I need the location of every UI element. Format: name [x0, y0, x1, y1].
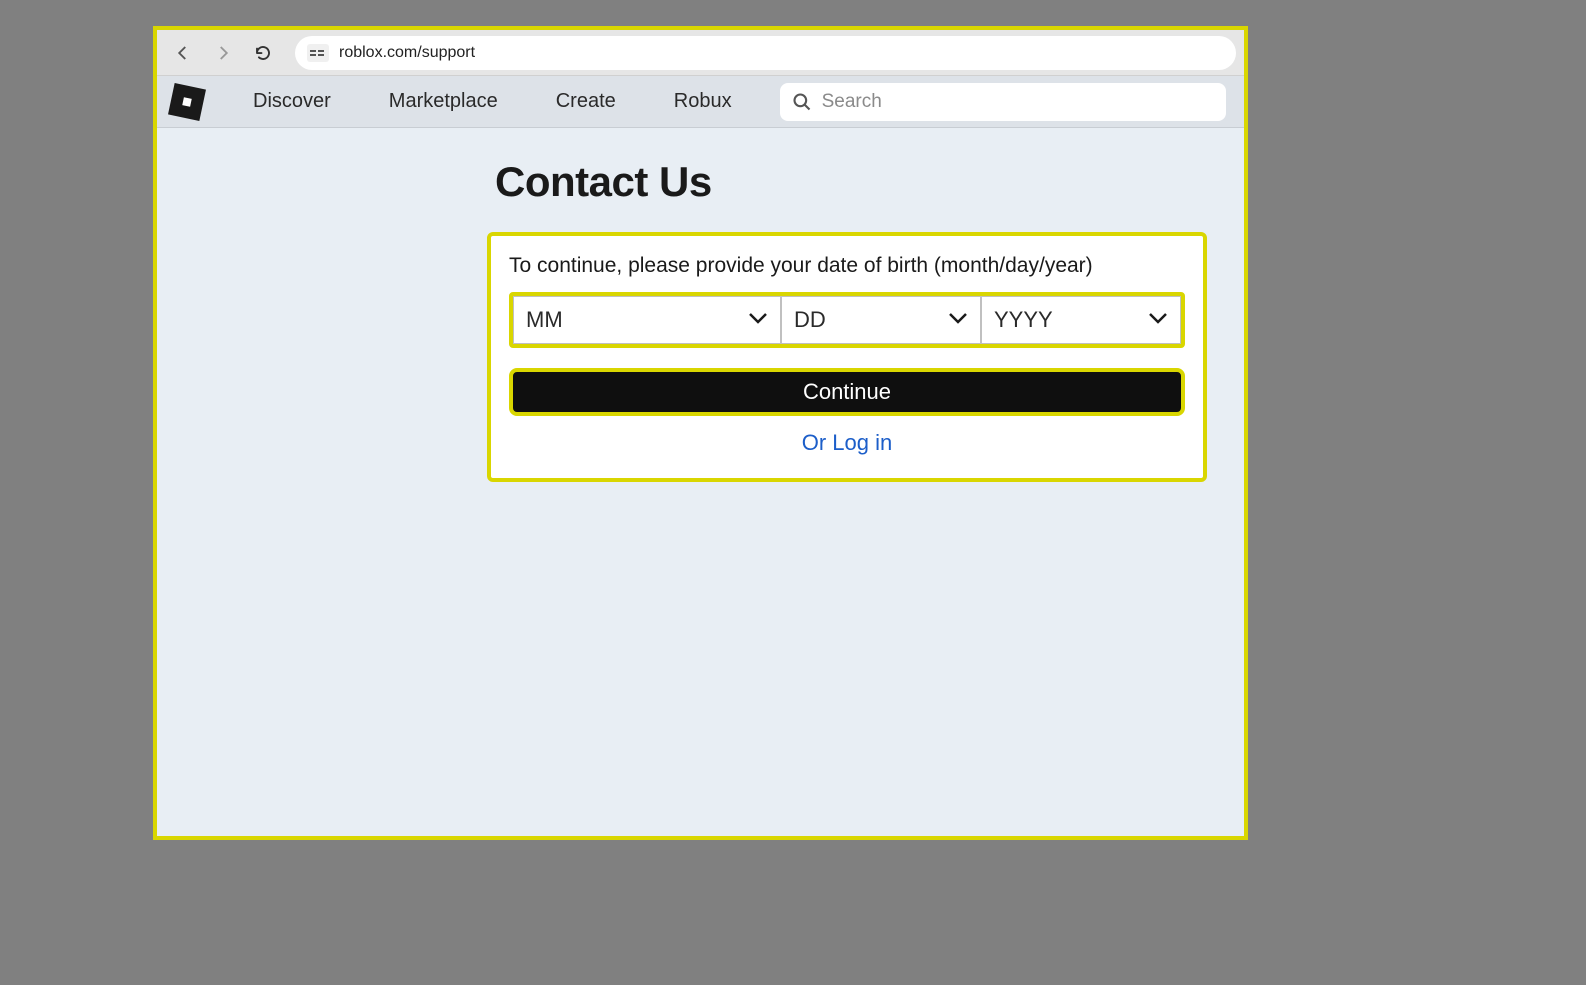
- day-select-label: DD: [794, 307, 826, 333]
- nav-robux[interactable]: Robux: [646, 90, 760, 113]
- year-select[interactable]: YYYY: [981, 296, 1181, 344]
- back-button[interactable]: [165, 35, 201, 71]
- url-text: roblox.com/support: [339, 44, 475, 62]
- site-controls-icon: [307, 44, 329, 62]
- browser-window: roblox.com/support Discover Marketplace …: [153, 26, 1248, 840]
- dob-prompt-text: To continue, please provide your date of…: [509, 254, 1185, 278]
- forward-button[interactable]: [205, 35, 241, 71]
- back-arrow-icon: [174, 44, 192, 62]
- chevron-down-icon: [1148, 311, 1168, 329]
- reload-button[interactable]: [245, 35, 281, 71]
- dob-select-row: MM DD YYYY: [509, 292, 1185, 348]
- day-select[interactable]: DD: [781, 296, 981, 344]
- month-select-label: MM: [526, 307, 563, 333]
- dob-form-panel: To continue, please provide your date of…: [487, 232, 1207, 482]
- browser-toolbar: roblox.com/support: [157, 30, 1244, 76]
- login-link[interactable]: Or Log in: [509, 430, 1185, 456]
- search-input[interactable]: [822, 91, 1214, 113]
- month-select[interactable]: MM: [513, 296, 781, 344]
- continue-button[interactable]: Continue: [509, 368, 1185, 416]
- forward-arrow-icon: [214, 44, 232, 62]
- roblox-logo-icon[interactable]: [168, 83, 206, 121]
- page-title: Contact Us: [495, 158, 1244, 206]
- search-icon: [792, 92, 812, 112]
- address-bar[interactable]: roblox.com/support: [295, 36, 1236, 70]
- reload-icon: [254, 44, 272, 62]
- nav-discover[interactable]: Discover: [225, 90, 359, 113]
- year-select-label: YYYY: [994, 307, 1053, 333]
- search-container: [780, 83, 1226, 121]
- page-content: Contact Us To continue, please provide y…: [157, 128, 1244, 206]
- chevron-down-icon: [748, 311, 768, 329]
- continue-button-label: Continue: [803, 379, 891, 405]
- chevron-down-icon: [948, 311, 968, 329]
- nav-marketplace[interactable]: Marketplace: [361, 90, 526, 113]
- nav-create[interactable]: Create: [528, 90, 644, 113]
- site-header: Discover Marketplace Create Robux: [157, 76, 1244, 128]
